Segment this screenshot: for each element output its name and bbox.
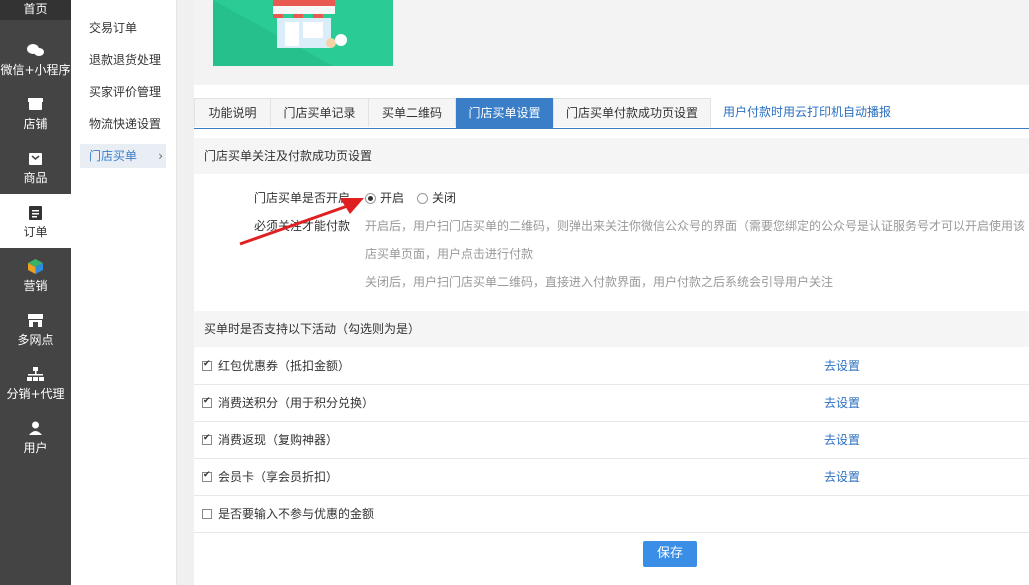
subnav-item-trade-orders[interactable]: 交易订单 (80, 16, 166, 40)
marketing-icon (28, 259, 43, 274)
activity-label: 是否要输入不参与优惠的金额 (218, 507, 375, 521)
cloud-printer-link[interactable]: 用户付款时用云打印机自动播报 (723, 98, 891, 127)
nav-label: 用户 (23, 441, 48, 455)
tab-checkout-records[interactable]: 门店买单记录 (270, 98, 369, 127)
note-line-2: 店买单页面，用户点击进行付款 (365, 247, 534, 261)
tab-bar: 功能说明 门店买单记录 买单二维码 门店买单设置 门店买单付款成功页设置 用户付… (194, 98, 1029, 129)
open-toggle-label: 门店买单是否开启 (254, 191, 351, 205)
subnav-label: 门店买单 (89, 149, 138, 163)
subnav-item-reviews[interactable]: 买家评价管理 (80, 80, 166, 104)
distribution-icon (27, 367, 44, 381)
product-icon (29, 153, 42, 165)
nav-item-distribution[interactable]: 分销+代理 (0, 356, 71, 410)
nav-item-home[interactable]: 首页 (0, 0, 71, 20)
nav-item-wechat[interactable]: 微信+小程序 (0, 32, 71, 86)
member-card-settings-link[interactable]: 去设置 (824, 468, 860, 485)
checkbox-points[interactable] (202, 396, 212, 408)
nav-item-order[interactable]: 订单 (0, 194, 71, 248)
nav-label: 微信+小程序 (0, 63, 71, 77)
nav-item-multi-store[interactable]: 多网点 (0, 302, 71, 356)
activity-label: 红包优惠券（抵扣金额） (218, 359, 351, 373)
activity-label: 消费返现（复购神器） (218, 433, 339, 447)
multi-store-icon (28, 314, 43, 327)
radio-open[interactable] (365, 193, 376, 204)
activity-row: 消费返现（复购神器） 去设置 (194, 421, 1029, 459)
coupon-settings-link[interactable]: 去设置 (824, 357, 860, 374)
activity-row: 消费送积分（用于积分兑换） 去设置 (194, 384, 1029, 422)
order-icon (29, 206, 42, 220)
nav-label: 店铺 (23, 117, 48, 131)
order-subnav: 交易订单 退款退货处理 买家评价管理 物流快递设置 门店买单 › (71, 0, 177, 585)
nav-item-store[interactable]: 店铺 (0, 86, 71, 140)
activity-label: 消费送积分（用于积分兑换） (218, 396, 375, 410)
gutter (177, 0, 194, 585)
follow-required-label: 必须关注才能付款 (254, 219, 351, 233)
checkbox-cashback[interactable] (202, 433, 212, 445)
activity-row: 红包优惠券（抵扣金额） 去设置 (194, 347, 1029, 385)
checkbox-excluded-amount[interactable] (202, 509, 212, 519)
user-icon (29, 421, 42, 435)
nav-item-product[interactable]: 商品 (0, 140, 71, 194)
main-content: 功能说明 门店买单记录 买单二维码 门店买单设置 门店买单付款成功页设置 用户付… (194, 0, 1029, 585)
storefront-illustration (213, 0, 393, 66)
subnav-item-store-checkout[interactable]: 门店买单 › (80, 144, 166, 168)
store-banner-image (213, 0, 393, 66)
nav-label: 多网点 (17, 333, 54, 347)
activity-row: 会员卡（享会员折扣） 去设置 (194, 458, 1029, 496)
section-activities-title: 买单时是否支持以下活动（勾选则为是） (194, 311, 1029, 347)
subnav-item-logistics[interactable]: 物流快递设置 (80, 112, 166, 136)
nav-label: 商品 (23, 171, 48, 185)
note-line-3: 关闭后，用户扫门店买单二维码，直接进入付款界面，用户付款之后系统会引导用户关注 (365, 275, 834, 289)
tab-success-page-settings[interactable]: 门店买单付款成功页设置 (553, 98, 711, 127)
chevron-right-icon: › (158, 149, 163, 163)
save-button[interactable]: 保存 (643, 541, 697, 567)
nav-item-user[interactable]: 用户 (0, 410, 71, 464)
section-follow-settings-title: 门店买单关注及付款成功页设置 (194, 138, 1029, 174)
main-nav: 首页 微信+小程序 店铺 商品 订单 营销 多网点 分销+代理 用户 (0, 0, 71, 585)
checkbox-coupon[interactable] (202, 359, 212, 371)
store-icon (28, 98, 43, 110)
tab-qrcode[interactable]: 买单二维码 (368, 98, 456, 127)
radio-close[interactable] (417, 193, 428, 204)
subnav-item-refunds[interactable]: 退款退货处理 (80, 48, 166, 72)
nav-label: 订单 (23, 225, 48, 239)
nav-label: 分销+代理 (6, 387, 65, 401)
activity-label: 会员卡（享会员折扣） (218, 470, 339, 484)
activity-row: 是否要输入不参与优惠的金额 (194, 495, 1029, 533)
wechat-icon (27, 44, 44, 56)
cashback-settings-link[interactable]: 去设置 (824, 431, 860, 448)
checkbox-member-card[interactable] (202, 470, 212, 482)
points-settings-link[interactable]: 去设置 (824, 394, 860, 411)
nav-label: 营销 (23, 279, 48, 293)
tab-checkout-settings[interactable]: 门店买单设置 (456, 98, 553, 128)
radio-close-label[interactable]: 关闭 (432, 189, 456, 206)
radio-open-label[interactable]: 开启 (380, 189, 404, 206)
tab-intro[interactable]: 功能说明 (194, 98, 271, 127)
nav-item-marketing[interactable]: 营销 (0, 248, 71, 302)
note-line-1: 开启后，用户扫门店买单的二维码，则弹出来关注你微信公众号的界面（需要您绑定的公众… (365, 219, 1026, 233)
